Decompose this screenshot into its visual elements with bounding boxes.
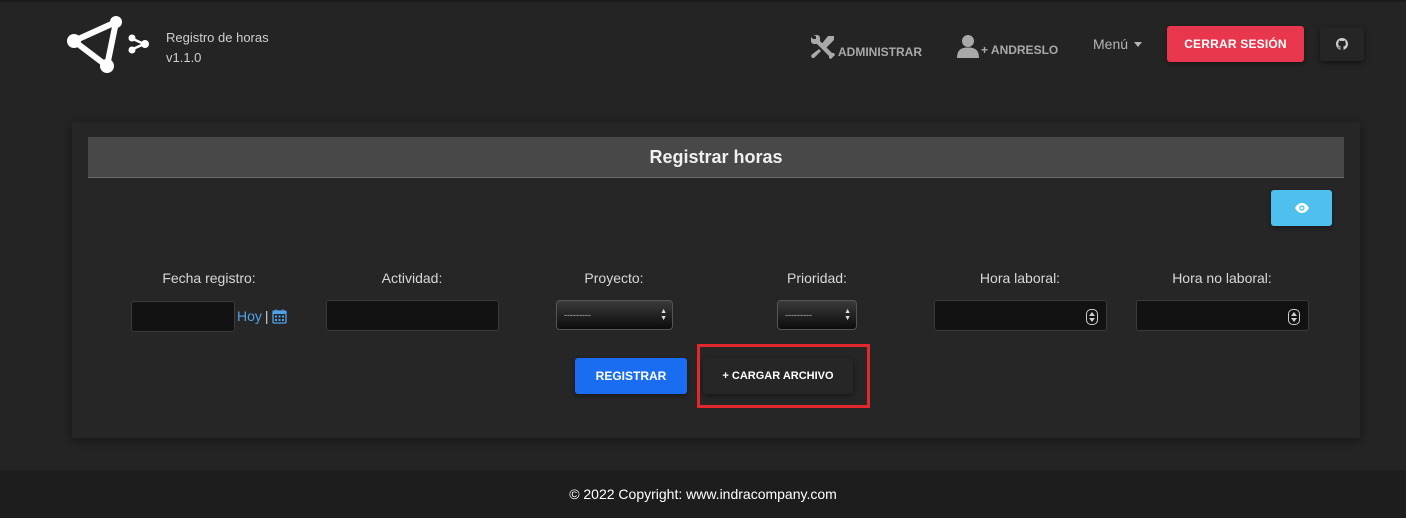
user-icon (957, 35, 979, 58)
logout-button[interactable]: CERRAR SESIÓN (1167, 26, 1304, 62)
share-nodes-logo-icon[interactable] (64, 16, 156, 76)
eye-icon (1294, 203, 1309, 213)
hora-no-laboral-label: Hora no laboral: (1172, 270, 1272, 286)
number-spinner-icon[interactable] (1086, 309, 1098, 325)
select-arrows-icon: ▲ ▼ (844, 308, 851, 322)
app-title: Registro de horas (166, 30, 269, 45)
proyecto-label: Proyecto: (584, 270, 644, 286)
hora-laboral-input[interactable] (934, 300, 1107, 331)
today-label: Hoy (237, 308, 262, 324)
proyecto-select[interactable]: --------- ▲ ▼ (556, 300, 673, 330)
caret-down-icon (1134, 42, 1143, 47)
upload-file-button[interactable]: + CARGAR ARCHIVO (703, 358, 853, 394)
prioridad-label: Prioridad: (787, 270, 847, 286)
nav-user-link[interactable]: + ANDRESLO (957, 34, 1058, 58)
nav-admin-label: ADMINISTRAR (838, 45, 922, 59)
proyecto-selected-value: --------- (564, 310, 591, 320)
hora-no-laboral-input[interactable] (1136, 300, 1309, 331)
nav-admin-link[interactable]: ADMINISTRAR (810, 34, 922, 60)
tools-icon (811, 35, 835, 59)
today-separator: | (264, 308, 269, 324)
registrar-button[interactable]: REGISTRAR (575, 358, 687, 394)
prioridad-select[interactable]: --------- ▲ ▼ (777, 300, 857, 330)
navbar: Registro de horas v1.1.0 ADMINISTRAR + A… (0, 2, 1406, 90)
actividad-input[interactable] (326, 300, 499, 331)
prioridad-selected-value: --------- (785, 310, 812, 320)
github-icon (1336, 38, 1348, 50)
footer: © 2022 Copyright: www.indracompany.com (0, 470, 1406, 518)
actividad-label: Actividad: (381, 270, 443, 286)
copyright-text: © 2022 Copyright: www.indracompany.com (569, 486, 837, 502)
select-arrows-icon: ▲ ▼ (660, 308, 667, 322)
github-button[interactable] (1320, 27, 1364, 61)
today-link[interactable]: Hoy | (237, 308, 287, 324)
menu-label: Menú (1093, 36, 1129, 52)
nav-user-label: + ANDRESLO (981, 43, 1059, 57)
app-version: v1.1.0 (166, 50, 202, 65)
fecha-input[interactable] (131, 301, 235, 332)
fecha-label: Fecha registro: (162, 270, 256, 286)
card-title: Registrar horas (88, 137, 1344, 178)
menu-dropdown[interactable]: Menú (1093, 36, 1143, 52)
register-hours-card: Registrar horas Fecha registro: Activida… (72, 122, 1360, 438)
number-spinner-icon[interactable] (1288, 309, 1300, 325)
calendar-icon[interactable] (271, 309, 287, 324)
view-records-button[interactable] (1271, 190, 1332, 226)
hora-laboral-label: Hora laboral: (979, 270, 1061, 286)
